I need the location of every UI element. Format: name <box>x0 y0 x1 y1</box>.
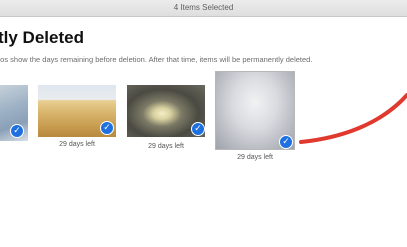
annotation-arrow-icon <box>299 93 407 144</box>
